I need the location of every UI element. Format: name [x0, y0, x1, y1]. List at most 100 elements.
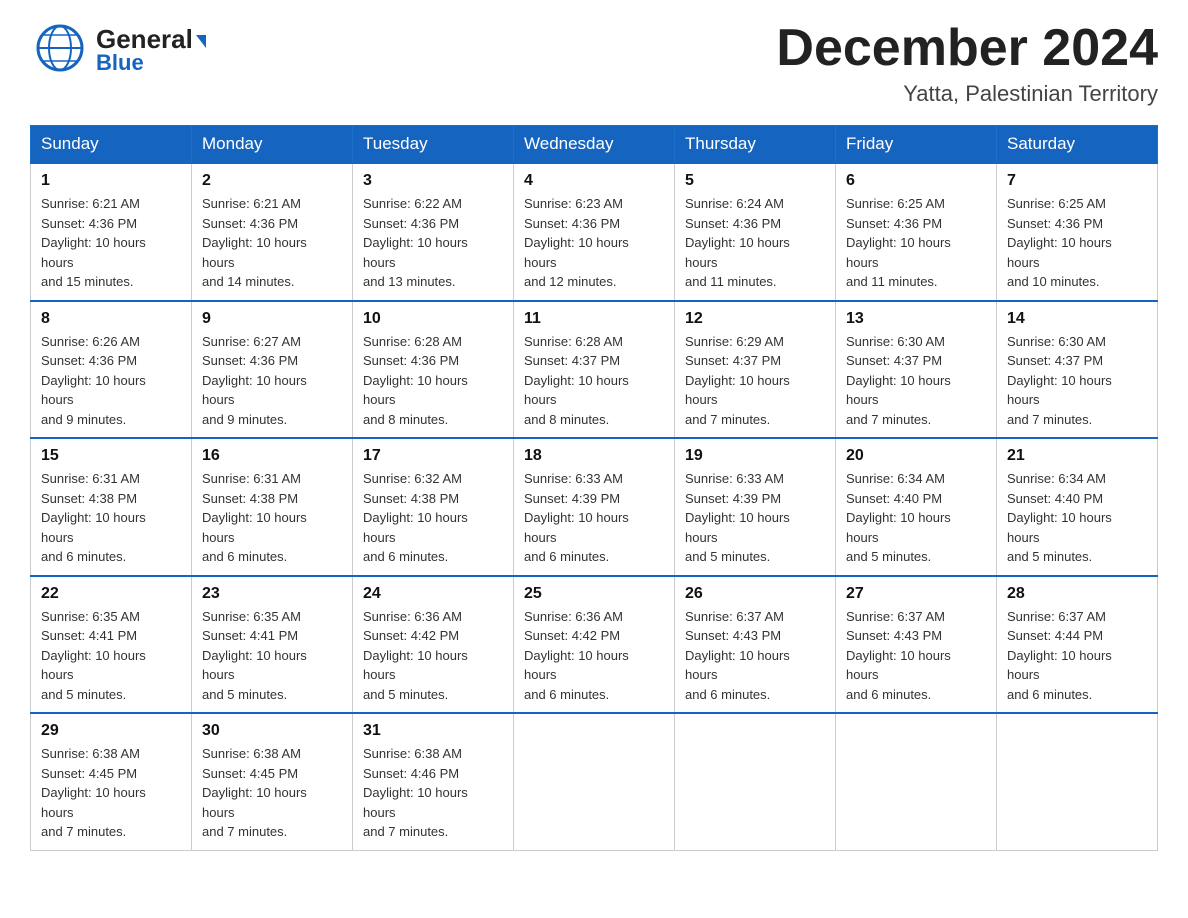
calendar-cell: 7 Sunrise: 6:25 AMSunset: 4:36 PMDayligh… [997, 163, 1158, 301]
title-area: December 2024 Yatta, Palestinian Territo… [776, 20, 1158, 107]
day-number: 6 [846, 172, 986, 190]
day-info: Sunrise: 6:22 AMSunset: 4:36 PMDaylight:… [363, 194, 503, 292]
day-number: 22 [41, 585, 181, 603]
page-header: General Blue December 2024 Yatta, Palest… [30, 20, 1158, 107]
calendar-cell: 10 Sunrise: 6:28 AMSunset: 4:36 PMDaylig… [353, 301, 514, 439]
logo-icon [30, 20, 90, 80]
col-thursday: Thursday [675, 126, 836, 164]
day-info: Sunrise: 6:31 AMSunset: 4:38 PMDaylight:… [202, 469, 342, 567]
day-number: 21 [1007, 447, 1147, 465]
day-number: 18 [524, 447, 664, 465]
day-number: 7 [1007, 172, 1147, 190]
calendar-cell: 24 Sunrise: 6:36 AMSunset: 4:42 PMDaylig… [353, 576, 514, 714]
calendar-cell: 1 Sunrise: 6:21 AMSunset: 4:36 PMDayligh… [31, 163, 192, 301]
calendar-week-row: 29 Sunrise: 6:38 AMSunset: 4:45 PMDaylig… [31, 713, 1158, 850]
calendar-cell: 11 Sunrise: 6:28 AMSunset: 4:37 PMDaylig… [514, 301, 675, 439]
day-number: 29 [41, 722, 181, 740]
calendar-cell: 3 Sunrise: 6:22 AMSunset: 4:36 PMDayligh… [353, 163, 514, 301]
day-info: Sunrise: 6:37 AMSunset: 4:43 PMDaylight:… [685, 607, 825, 705]
col-wednesday: Wednesday [514, 126, 675, 164]
calendar-cell: 20 Sunrise: 6:34 AMSunset: 4:40 PMDaylig… [836, 438, 997, 576]
calendar-cell: 9 Sunrise: 6:27 AMSunset: 4:36 PMDayligh… [192, 301, 353, 439]
calendar-cell: 13 Sunrise: 6:30 AMSunset: 4:37 PMDaylig… [836, 301, 997, 439]
calendar-cell: 30 Sunrise: 6:38 AMSunset: 4:45 PMDaylig… [192, 713, 353, 850]
day-number: 12 [685, 310, 825, 328]
calendar-cell: 25 Sunrise: 6:36 AMSunset: 4:42 PMDaylig… [514, 576, 675, 714]
day-number: 23 [202, 585, 342, 603]
day-info: Sunrise: 6:24 AMSunset: 4:36 PMDaylight:… [685, 194, 825, 292]
calendar-cell [997, 713, 1158, 850]
logo-general-text: General [96, 26, 193, 52]
day-info: Sunrise: 6:33 AMSunset: 4:39 PMDaylight:… [685, 469, 825, 567]
day-info: Sunrise: 6:30 AMSunset: 4:37 PMDaylight:… [846, 332, 986, 430]
day-number: 3 [363, 172, 503, 190]
day-info: Sunrise: 6:35 AMSunset: 4:41 PMDaylight:… [202, 607, 342, 705]
day-number: 24 [363, 585, 503, 603]
calendar-cell: 21 Sunrise: 6:34 AMSunset: 4:40 PMDaylig… [997, 438, 1158, 576]
day-number: 27 [846, 585, 986, 603]
day-info: Sunrise: 6:35 AMSunset: 4:41 PMDaylight:… [41, 607, 181, 705]
day-number: 17 [363, 447, 503, 465]
day-info: Sunrise: 6:38 AMSunset: 4:45 PMDaylight:… [41, 744, 181, 842]
calendar-cell: 15 Sunrise: 6:31 AMSunset: 4:38 PMDaylig… [31, 438, 192, 576]
day-number: 19 [685, 447, 825, 465]
day-number: 14 [1007, 310, 1147, 328]
day-info: Sunrise: 6:37 AMSunset: 4:43 PMDaylight:… [846, 607, 986, 705]
calendar-cell [675, 713, 836, 850]
day-info: Sunrise: 6:23 AMSunset: 4:36 PMDaylight:… [524, 194, 664, 292]
calendar-week-row: 22 Sunrise: 6:35 AMSunset: 4:41 PMDaylig… [31, 576, 1158, 714]
day-info: Sunrise: 6:36 AMSunset: 4:42 PMDaylight:… [363, 607, 503, 705]
calendar-cell: 18 Sunrise: 6:33 AMSunset: 4:39 PMDaylig… [514, 438, 675, 576]
calendar-week-row: 1 Sunrise: 6:21 AMSunset: 4:36 PMDayligh… [31, 163, 1158, 301]
day-info: Sunrise: 6:21 AMSunset: 4:36 PMDaylight:… [202, 194, 342, 292]
day-info: Sunrise: 6:38 AMSunset: 4:46 PMDaylight:… [363, 744, 503, 842]
calendar-cell: 19 Sunrise: 6:33 AMSunset: 4:39 PMDaylig… [675, 438, 836, 576]
calendar-cell: 12 Sunrise: 6:29 AMSunset: 4:37 PMDaylig… [675, 301, 836, 439]
col-tuesday: Tuesday [353, 126, 514, 164]
calendar-cell: 2 Sunrise: 6:21 AMSunset: 4:36 PMDayligh… [192, 163, 353, 301]
calendar-cell: 27 Sunrise: 6:37 AMSunset: 4:43 PMDaylig… [836, 576, 997, 714]
col-friday: Friday [836, 126, 997, 164]
calendar-cell: 5 Sunrise: 6:24 AMSunset: 4:36 PMDayligh… [675, 163, 836, 301]
day-number: 11 [524, 310, 664, 328]
month-year-title: December 2024 [776, 20, 1158, 77]
day-info: Sunrise: 6:25 AMSunset: 4:36 PMDaylight:… [846, 194, 986, 292]
day-info: Sunrise: 6:34 AMSunset: 4:40 PMDaylight:… [1007, 469, 1147, 567]
calendar-cell: 26 Sunrise: 6:37 AMSunset: 4:43 PMDaylig… [675, 576, 836, 714]
day-number: 13 [846, 310, 986, 328]
day-number: 16 [202, 447, 342, 465]
calendar-week-row: 8 Sunrise: 6:26 AMSunset: 4:36 PMDayligh… [31, 301, 1158, 439]
logo: General Blue [30, 20, 206, 80]
day-number: 10 [363, 310, 503, 328]
logo-triangle-icon [196, 35, 206, 48]
logo-text: General Blue [96, 26, 206, 74]
day-number: 5 [685, 172, 825, 190]
day-number: 2 [202, 172, 342, 190]
calendar-body: 1 Sunrise: 6:21 AMSunset: 4:36 PMDayligh… [31, 163, 1158, 850]
day-info: Sunrise: 6:21 AMSunset: 4:36 PMDaylight:… [41, 194, 181, 292]
day-info: Sunrise: 6:27 AMSunset: 4:36 PMDaylight:… [202, 332, 342, 430]
location-subtitle: Yatta, Palestinian Territory [776, 81, 1158, 107]
day-info: Sunrise: 6:36 AMSunset: 4:42 PMDaylight:… [524, 607, 664, 705]
calendar-cell: 14 Sunrise: 6:30 AMSunset: 4:37 PMDaylig… [997, 301, 1158, 439]
calendar-cell: 8 Sunrise: 6:26 AMSunset: 4:36 PMDayligh… [31, 301, 192, 439]
calendar-cell: 6 Sunrise: 6:25 AMSunset: 4:36 PMDayligh… [836, 163, 997, 301]
day-number: 8 [41, 310, 181, 328]
calendar-cell: 28 Sunrise: 6:37 AMSunset: 4:44 PMDaylig… [997, 576, 1158, 714]
day-number: 25 [524, 585, 664, 603]
day-info: Sunrise: 6:37 AMSunset: 4:44 PMDaylight:… [1007, 607, 1147, 705]
day-number: 31 [363, 722, 503, 740]
day-info: Sunrise: 6:28 AMSunset: 4:37 PMDaylight:… [524, 332, 664, 430]
calendar-cell: 22 Sunrise: 6:35 AMSunset: 4:41 PMDaylig… [31, 576, 192, 714]
calendar-cell: 16 Sunrise: 6:31 AMSunset: 4:38 PMDaylig… [192, 438, 353, 576]
day-number: 28 [1007, 585, 1147, 603]
day-number: 9 [202, 310, 342, 328]
day-info: Sunrise: 6:38 AMSunset: 4:45 PMDaylight:… [202, 744, 342, 842]
col-sunday: Sunday [31, 126, 192, 164]
calendar-cell: 4 Sunrise: 6:23 AMSunset: 4:36 PMDayligh… [514, 163, 675, 301]
day-info: Sunrise: 6:33 AMSunset: 4:39 PMDaylight:… [524, 469, 664, 567]
day-info: Sunrise: 6:34 AMSunset: 4:40 PMDaylight:… [846, 469, 986, 567]
day-number: 20 [846, 447, 986, 465]
calendar-cell: 23 Sunrise: 6:35 AMSunset: 4:41 PMDaylig… [192, 576, 353, 714]
day-info: Sunrise: 6:26 AMSunset: 4:36 PMDaylight:… [41, 332, 181, 430]
